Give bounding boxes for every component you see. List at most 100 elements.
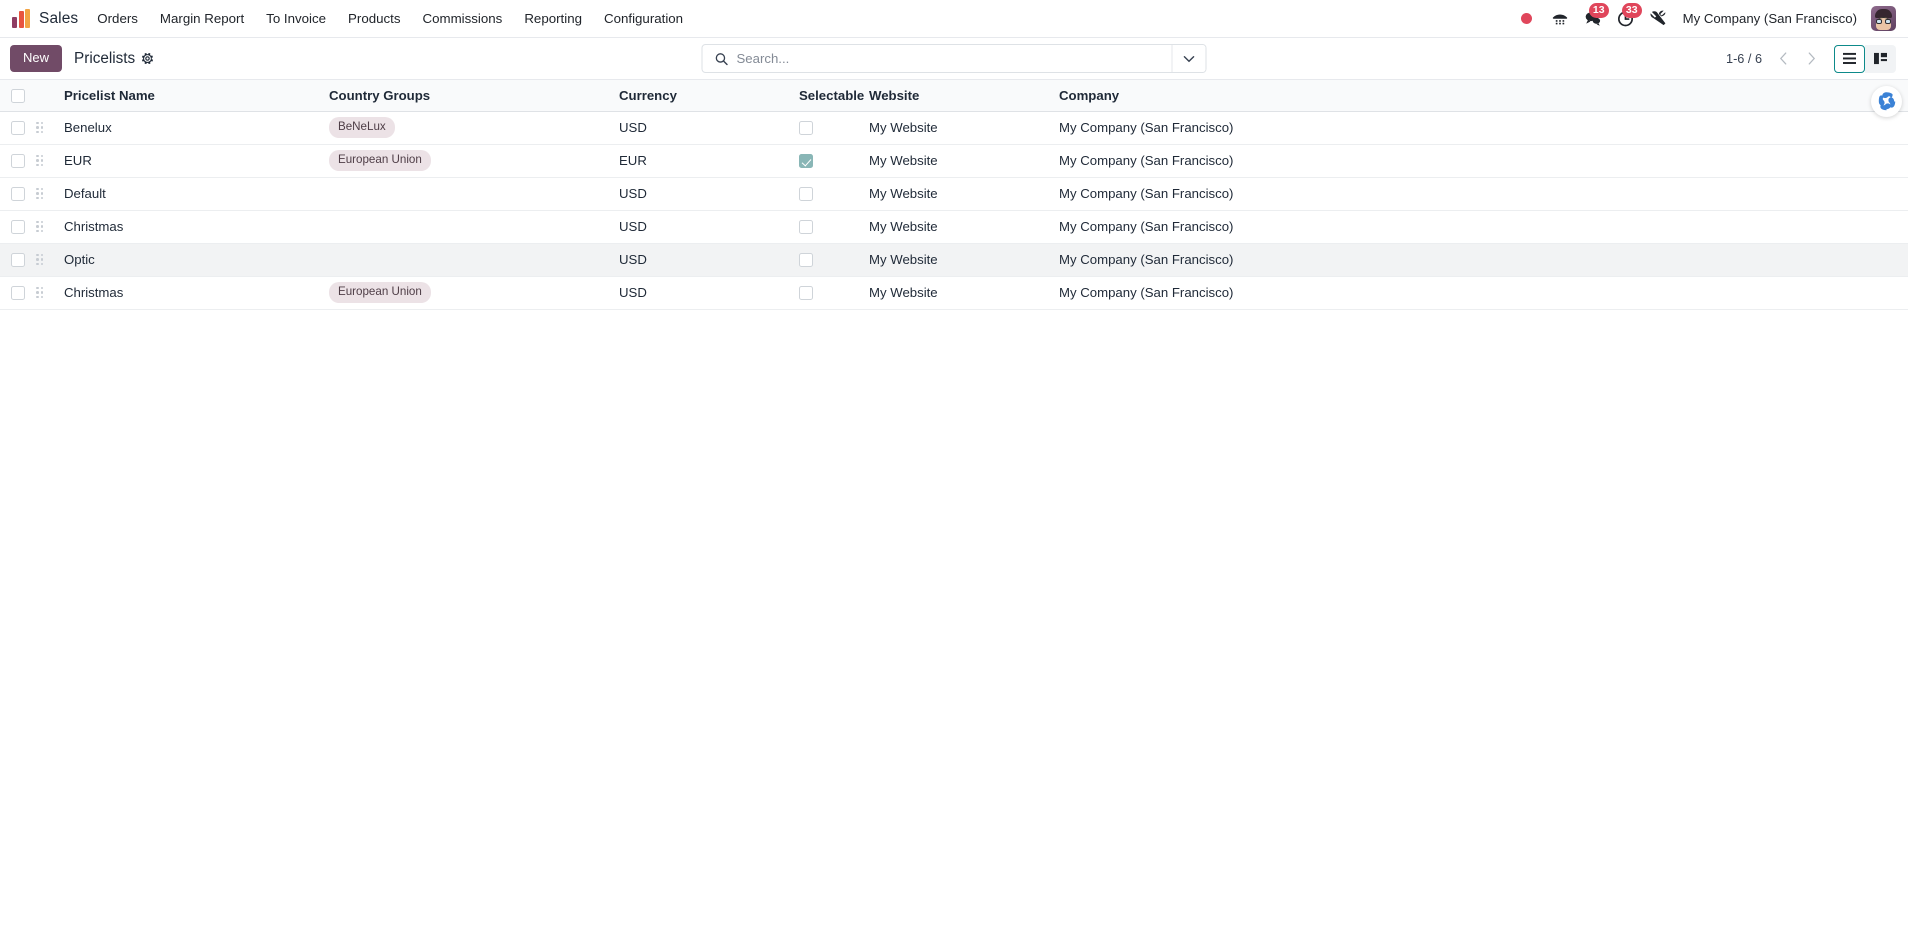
row-drag-cell[interactable] (36, 210, 56, 244)
selectable-checkbox[interactable] (799, 253, 813, 268)
drag-handle-icon[interactable] (36, 285, 44, 301)
drag-handle-icon[interactable] (36, 186, 44, 202)
app-brand-sales[interactable]: Sales (8, 0, 86, 37)
country-group-tag[interactable]: European Union (329, 150, 431, 171)
row-select-checkbox[interactable] (11, 154, 25, 169)
cell-selectable[interactable] (791, 210, 861, 244)
cell-pricelist-name[interactable]: Default (56, 177, 321, 211)
cell-pricelist-name[interactable]: EUR (56, 144, 321, 178)
menu-item-orders[interactable]: Orders (86, 0, 149, 37)
menu-item-products[interactable]: Products (337, 0, 411, 37)
row-select-cell[interactable] (0, 177, 36, 211)
row-select-checkbox[interactable] (11, 121, 25, 136)
row-drag-cell[interactable] (36, 177, 56, 211)
selectable-checkbox[interactable] (799, 187, 813, 202)
cell-selectable[interactable] (791, 177, 861, 211)
country-group-tag[interactable]: European Union (329, 282, 431, 303)
row-drag-cell[interactable] (36, 144, 56, 178)
developer-tools-button[interactable] (1644, 3, 1674, 35)
table-row[interactable]: Christmas European Union USD My Website … (0, 276, 1908, 310)
table-row[interactable]: Optic USD My Website My Company (San Fra… (0, 243, 1908, 277)
row-drag-cell[interactable] (36, 243, 56, 277)
menu-item-configuration[interactable]: Configuration (593, 0, 694, 37)
cell-website[interactable]: My Website (861, 144, 1051, 178)
cell-company[interactable]: My Company (San Francisco) (1051, 210, 1908, 244)
row-select-cell[interactable] (0, 144, 36, 178)
cell-selectable[interactable] (791, 144, 861, 178)
cell-pricelist-name[interactable]: Christmas (56, 276, 321, 310)
table-row[interactable]: EUR European Union EUR My Website My Com… (0, 144, 1908, 178)
cell-pricelist-name[interactable]: Christmas (56, 210, 321, 244)
row-select-cell[interactable] (0, 243, 36, 277)
cell-selectable[interactable] (791, 243, 861, 277)
search-input[interactable] (736, 45, 1172, 72)
cell-country-groups[interactable] (321, 243, 611, 277)
cell-selectable[interactable] (791, 276, 861, 310)
menu-item-commissions[interactable]: Commissions (412, 0, 514, 37)
cell-company[interactable]: My Company (San Francisco) (1051, 144, 1908, 178)
menu-item-margin-report[interactable]: Margin Report (149, 0, 255, 37)
drag-handle-icon[interactable] (36, 219, 44, 235)
row-select-checkbox[interactable] (11, 286, 25, 301)
cell-website[interactable]: My Website (861, 111, 1051, 145)
drag-handle-icon[interactable] (36, 252, 44, 268)
cell-currency[interactable]: USD (611, 177, 791, 211)
cell-website[interactable]: My Website (861, 276, 1051, 310)
row-select-checkbox[interactable] (11, 187, 25, 202)
search-dropdown-toggle[interactable] (1171, 45, 1206, 72)
cell-pricelist-name[interactable]: Optic (56, 243, 321, 277)
company-switcher[interactable]: My Company (San Francisco) (1677, 11, 1865, 26)
cell-company[interactable]: My Company (San Francisco) (1051, 243, 1908, 277)
column-header-company[interactable]: Company (1051, 80, 1908, 112)
selectable-checkbox[interactable] (799, 286, 813, 301)
cell-country-groups[interactable]: BeNeLux (321, 111, 611, 145)
messages-button[interactable]: 13 (1578, 2, 1609, 35)
row-select-cell[interactable] (0, 276, 36, 310)
activities-button[interactable]: 33 (1611, 2, 1642, 35)
cell-company[interactable]: My Company (San Francisco) (1051, 177, 1908, 211)
cell-website[interactable]: My Website (861, 243, 1051, 277)
pager-previous-button[interactable] (1770, 45, 1796, 72)
cell-website[interactable]: My Website (861, 177, 1051, 211)
column-header-currency[interactable]: Currency (611, 80, 791, 112)
column-header-selectable[interactable]: Selectable (791, 80, 864, 112)
row-select-cell[interactable] (0, 111, 36, 145)
row-drag-cell[interactable] (36, 276, 56, 310)
column-header-website[interactable]: Website (861, 80, 1051, 112)
cell-country-groups[interactable] (321, 210, 611, 244)
row-select-cell[interactable] (0, 210, 36, 244)
column-header-country-groups[interactable]: Country Groups (321, 80, 611, 112)
user-avatar[interactable] (1871, 6, 1896, 31)
cell-country-groups[interactable]: European Union (321, 276, 611, 310)
cell-currency[interactable]: USD (611, 111, 791, 145)
kanban-view-button[interactable] (1865, 44, 1896, 73)
cell-country-groups[interactable] (321, 177, 611, 211)
selectable-checkbox[interactable] (799, 121, 813, 136)
list-view-button[interactable] (1834, 44, 1865, 73)
cell-country-groups[interactable]: European Union (321, 144, 611, 178)
odoo-ai-assistant-button[interactable] (1871, 86, 1902, 117)
drag-handle-icon[interactable] (36, 153, 44, 169)
cell-company[interactable]: My Company (San Francisco) (1051, 276, 1908, 310)
new-record-button[interactable]: New (10, 45, 63, 72)
select-all-checkbox[interactable] (11, 89, 25, 103)
row-select-checkbox[interactable] (11, 220, 25, 235)
selectable-checkbox[interactable] (799, 220, 813, 235)
voip-dialpad-button[interactable] (1545, 3, 1575, 35)
row-drag-cell[interactable] (36, 111, 56, 145)
menu-item-to-invoice[interactable]: To Invoice (255, 0, 337, 37)
table-row[interactable]: Benelux BeNeLux USD My Website My Compan… (0, 111, 1908, 145)
selectable-checkbox[interactable] (799, 154, 813, 169)
cell-currency[interactable]: USD (611, 243, 791, 277)
country-group-tag[interactable]: BeNeLux (329, 117, 395, 138)
cell-currency[interactable]: EUR (611, 144, 791, 178)
table-row[interactable]: Default USD My Website My Company (San F… (0, 177, 1908, 211)
row-select-checkbox[interactable] (11, 253, 25, 268)
cell-website[interactable]: My Website (861, 210, 1051, 244)
cell-company[interactable]: My Company (San Francisco) (1051, 111, 1908, 145)
cell-pricelist-name[interactable]: Benelux (56, 111, 321, 145)
table-row[interactable]: Christmas USD My Website My Company (San… (0, 210, 1908, 244)
cell-currency[interactable]: USD (611, 210, 791, 244)
searchbar[interactable] (701, 44, 1207, 73)
recording-status-dot[interactable] (1512, 3, 1542, 35)
